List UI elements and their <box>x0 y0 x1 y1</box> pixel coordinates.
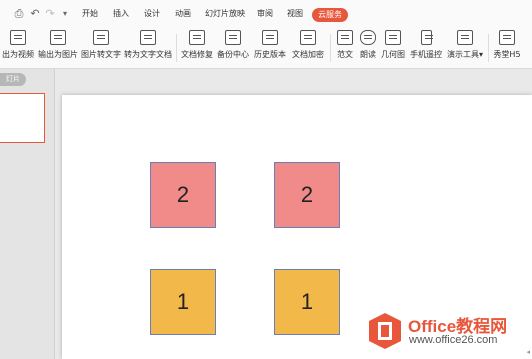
export-video-button[interactable]: 出为视频 <box>0 30 36 66</box>
doc-encrypt-button[interactable]: 文档加密 <box>290 30 326 66</box>
tab-review[interactable]: 审阅 <box>257 0 273 28</box>
slide-box-bottom-left[interactable]: 1 <box>150 269 216 335</box>
image-icon <box>50 30 66 45</box>
presentation-icon <box>457 30 473 45</box>
redo-icon[interactable]: ↷ <box>43 7 57 21</box>
slides-pane-tab[interactable]: 灯片 <box>0 73 26 86</box>
repair-icon <box>189 30 205 45</box>
ribbon-divider <box>330 34 331 62</box>
geometry-button[interactable]: 几何图 <box>379 30 407 66</box>
slide-box-top-left[interactable]: 2 <box>150 162 216 228</box>
microphone-icon <box>360 30 376 45</box>
print-icon[interactable]: ⎙ <box>12 7 26 21</box>
xiutang-h5-button[interactable]: 秀堂H5 <box>492 30 522 66</box>
office-logo-icon <box>369 313 401 349</box>
h5-icon <box>499 30 515 45</box>
slide-thumbnail[interactable] <box>0 93 45 143</box>
image-text-icon <box>93 30 109 45</box>
tab-animation[interactable]: 动画 <box>175 0 191 28</box>
phone-remote-button[interactable]: 手机遥控 <box>408 30 444 66</box>
image-to-text-button[interactable]: 图片转文字 <box>80 30 122 66</box>
backup-icon <box>225 30 241 45</box>
phone-icon <box>420 30 433 45</box>
watermark: Office教程网 www.office26.com <box>368 308 532 356</box>
geometry-icon <box>385 30 401 45</box>
history-version-button[interactable]: 历史版本 <box>252 30 288 66</box>
slide-box-top-right[interactable]: 2 <box>274 162 340 228</box>
customize-dropdown-icon[interactable]: ▾ <box>58 7 72 21</box>
template-icon <box>337 30 353 45</box>
video-icon <box>10 30 26 45</box>
word-doc-icon <box>140 30 156 45</box>
tab-slideshow[interactable]: 幻灯片放映 <box>205 0 245 28</box>
backup-center-button[interactable]: 备份中心 <box>215 30 251 66</box>
menu-bar: ⎙ ↶ ↷ ▾ 开始 插入 设计 动画 幻灯片放映 审阅 视图 云服务 <box>0 0 532 29</box>
read-aloud-button[interactable]: 朗读 <box>357 30 379 66</box>
ribbon-divider <box>176 34 177 62</box>
scroll-arrow-icon[interactable]: ◂ <box>526 348 530 356</box>
templates-button[interactable]: 范文 <box>334 30 356 66</box>
lock-document-icon <box>300 30 316 45</box>
presentation-tools-button[interactable]: 演示工具▾ <box>445 30 485 66</box>
ribbon-divider <box>488 34 489 62</box>
slide-thumbnail-pane: 灯片 <box>0 69 55 359</box>
export-image-button[interactable]: 输出为图片 <box>38 30 78 66</box>
ribbon-toolbar: 出为视频 输出为图片 图片转文字 转为文字文档 文档修复 备份中心 历史版本 文… <box>0 28 532 69</box>
history-icon <box>262 30 278 45</box>
doc-repair-button[interactable]: 文档修复 <box>180 30 214 66</box>
tab-insert[interactable]: 插入 <box>113 0 129 28</box>
chevron-down-icon: ▾ <box>478 50 483 59</box>
tab-home[interactable]: 开始 <box>82 0 98 28</box>
watermark-url: www.office26.com <box>409 334 498 346</box>
convert-to-doc-button[interactable]: 转为文字文档 <box>124 30 172 66</box>
slide-box-bottom-right[interactable]: 1 <box>274 269 340 335</box>
tab-view[interactable]: 视图 <box>287 0 303 28</box>
tab-design[interactable]: 设计 <box>144 0 160 28</box>
undo-icon[interactable]: ↶ <box>28 7 42 21</box>
tab-cloud-service[interactable]: 云服务 <box>312 8 348 22</box>
